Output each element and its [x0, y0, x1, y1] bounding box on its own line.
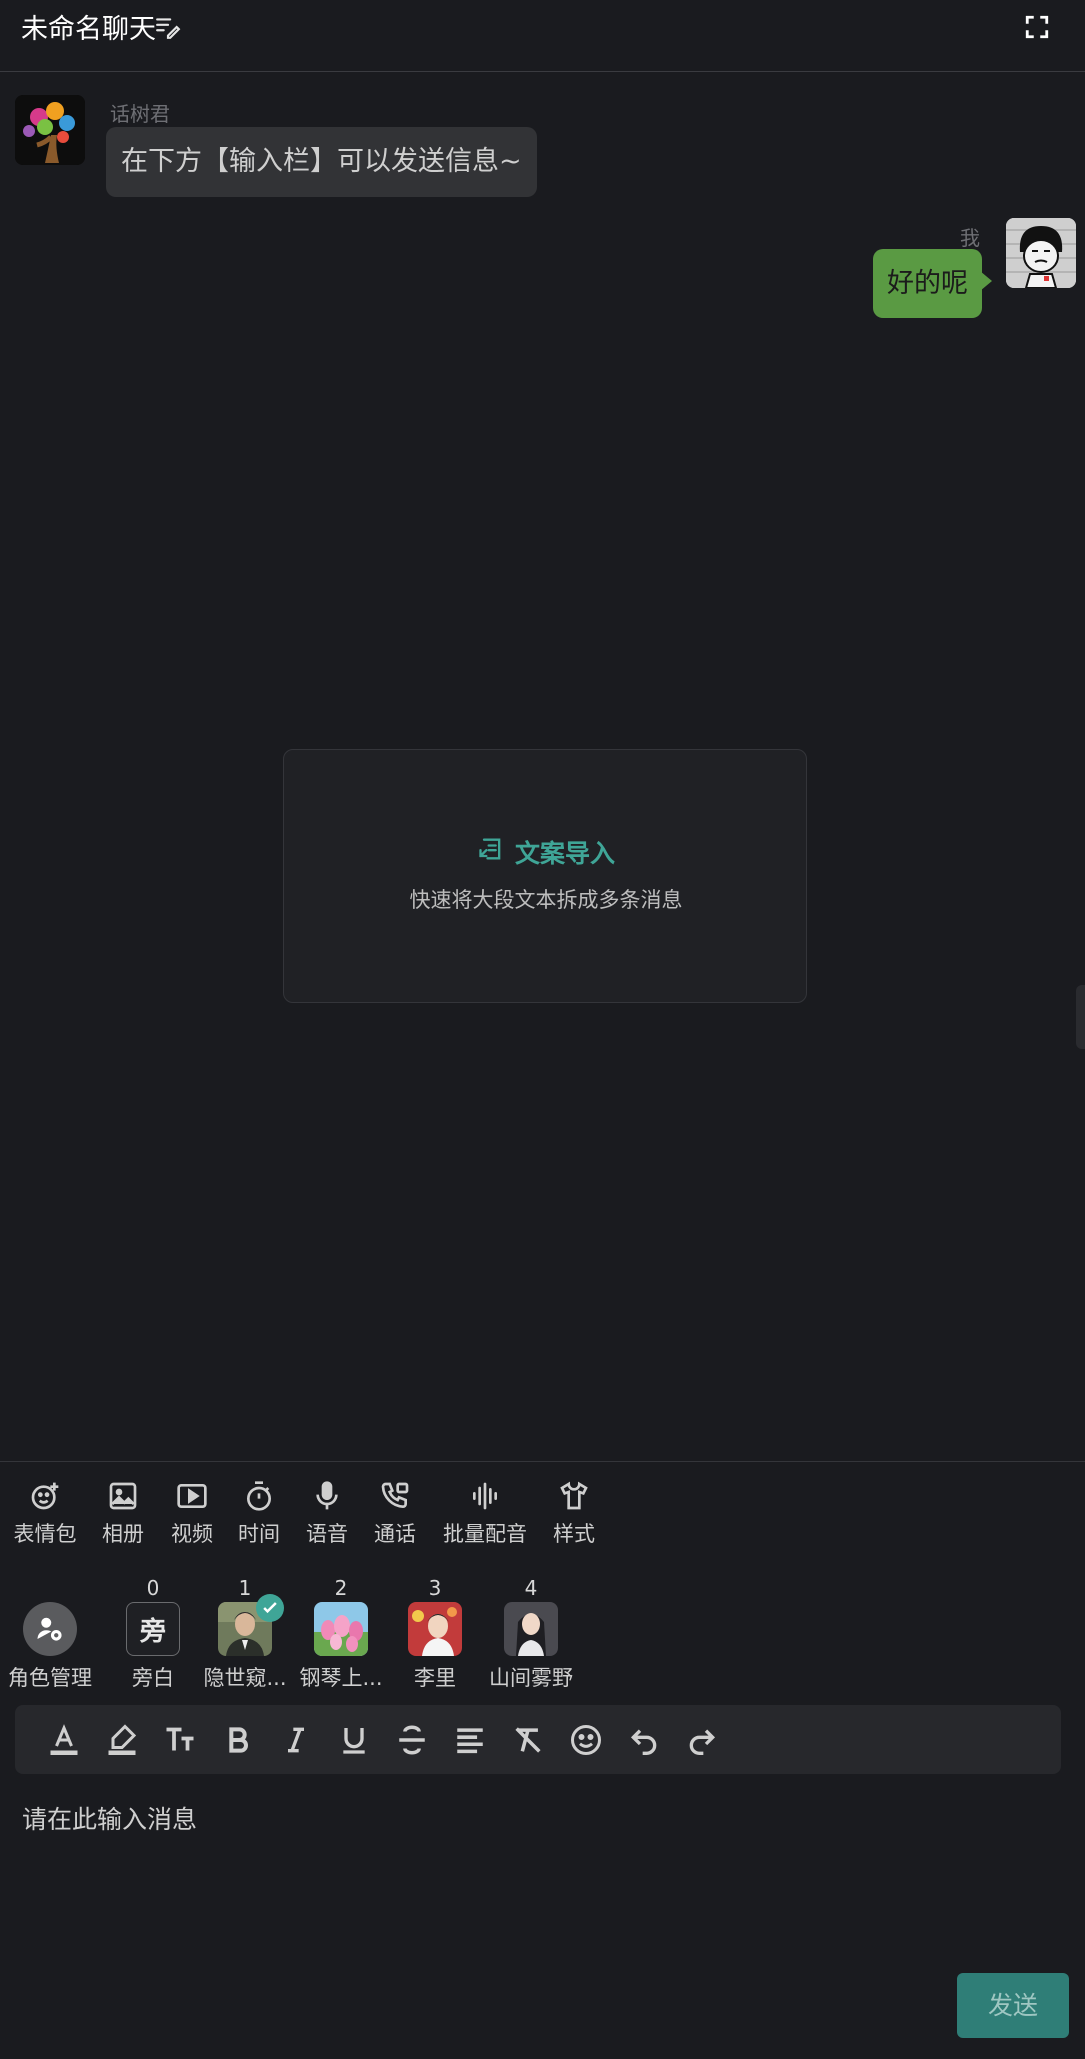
role-label: 山间雾野 — [489, 1666, 573, 1690]
video-icon — [177, 1484, 207, 1508]
tool-label: 视频 — [171, 1522, 213, 1546]
role-avatar — [314, 1602, 368, 1656]
tool-style[interactable]: 样式 — [550, 1480, 598, 1550]
my-avatar[interactable] — [1006, 218, 1076, 288]
role-manage-icon — [23, 1602, 77, 1656]
fullscreen-icon[interactable] — [1024, 14, 1050, 40]
tool-label: 相册 — [102, 1522, 144, 1546]
microphone-icon — [316, 1481, 338, 1510]
role-manage-label: 角色管理 — [8, 1666, 92, 1690]
underline-icon[interactable] — [333, 1719, 375, 1761]
tool-label: 表情包 — [13, 1522, 77, 1546]
align-icon[interactable] — [449, 1719, 491, 1761]
chat-title[interactable]: 未命名聊天 — [21, 10, 156, 50]
timer-icon — [247, 1481, 271, 1511]
role-avatar — [218, 1594, 284, 1656]
role-label: 李里 — [414, 1666, 456, 1690]
text-import-card[interactable]: 文案导入 快速将大段文本拆成多条消息 — [283, 749, 807, 1003]
tool-label: 时间 — [238, 1522, 280, 1546]
image-icon — [109, 1482, 137, 1510]
clear-format-icon[interactable] — [507, 1719, 549, 1761]
send-button[interactable]: 发送 — [957, 1973, 1069, 2038]
role-avatar — [504, 1602, 558, 1656]
role-label: 旁白 — [132, 1666, 174, 1690]
import-description: 快速将大段文本拆成多条消息 — [409, 888, 683, 912]
side-panel-handle[interactable] — [1076, 985, 1085, 1049]
role-label: 钢琴上... — [299, 1666, 383, 1690]
role-item[interactable]: 0 旁 旁白 — [120, 1576, 186, 1692]
tool-voice[interactable]: 语音 — [303, 1480, 351, 1550]
narrator-badge: 旁 — [126, 1602, 180, 1656]
tool-label: 通话 — [374, 1522, 416, 1546]
tool-time[interactable]: 时间 — [235, 1480, 283, 1550]
panel-divider — [0, 1461, 1085, 1462]
tool-label: 批量配音 — [443, 1522, 527, 1546]
sender-name: 话树君 — [110, 102, 170, 126]
role-item[interactable]: 2 钢琴上... — [296, 1576, 386, 1692]
shirt-icon — [560, 1481, 588, 1510]
emoji-add-icon — [31, 1482, 59, 1510]
role-manage[interactable]: 角色管理 — [5, 1576, 95, 1692]
text-color-icon[interactable] — [43, 1719, 85, 1761]
role-item[interactable]: 1 隐世窥... — [200, 1576, 290, 1692]
edit-title-icon[interactable] — [155, 14, 181, 40]
import-title[interactable]: 文案导入 — [284, 834, 808, 870]
sender-name: 我 — [960, 226, 980, 250]
format-toolbar — [15, 1705, 1061, 1774]
waveform-icon — [473, 1482, 497, 1510]
tool-batch-dub[interactable]: 批量配音 — [440, 1480, 530, 1550]
tool-call[interactable]: 通话 — [371, 1480, 419, 1550]
bot-avatar[interactable] — [15, 95, 85, 165]
tool-album[interactable]: 相册 — [99, 1480, 147, 1550]
document-import-icon — [477, 835, 505, 869]
redo-icon[interactable] — [681, 1719, 723, 1761]
role-number: 1 — [238, 1576, 252, 1600]
undo-icon[interactable] — [623, 1719, 665, 1761]
tool-label: 样式 — [553, 1522, 595, 1546]
message-bubble[interactable]: 好的呢 — [873, 249, 992, 318]
role-number: 3 — [428, 1576, 442, 1600]
tool-video[interactable]: 视频 — [168, 1480, 216, 1550]
role-label: 隐世窥... — [203, 1666, 287, 1690]
message-input[interactable] — [22, 1800, 1062, 1920]
tool-label: 语音 — [306, 1522, 348, 1546]
role-number: 0 — [146, 1576, 160, 1600]
emoji-icon[interactable] — [565, 1719, 607, 1761]
role-item[interactable]: 3 李里 — [400, 1576, 470, 1692]
import-title-text: 文案导入 — [514, 839, 615, 868]
role-number: 4 — [524, 1576, 538, 1600]
italic-icon[interactable] — [275, 1719, 317, 1761]
bold-icon[interactable] — [217, 1719, 259, 1761]
phone-call-icon — [381, 1482, 409, 1509]
highlight-icon[interactable] — [101, 1719, 143, 1761]
role-item[interactable]: 4 山间雾野 — [486, 1576, 576, 1692]
tool-emoji-pack[interactable]: 表情包 — [13, 1480, 77, 1550]
message-bubble[interactable]: 在下方【输入栏】可以发送信息~ — [106, 127, 537, 197]
font-size-icon[interactable] — [159, 1719, 201, 1761]
role-number: 2 — [334, 1576, 348, 1600]
strikethrough-icon[interactable] — [391, 1719, 433, 1761]
role-avatar — [408, 1602, 462, 1656]
selected-check-icon — [256, 1594, 284, 1622]
